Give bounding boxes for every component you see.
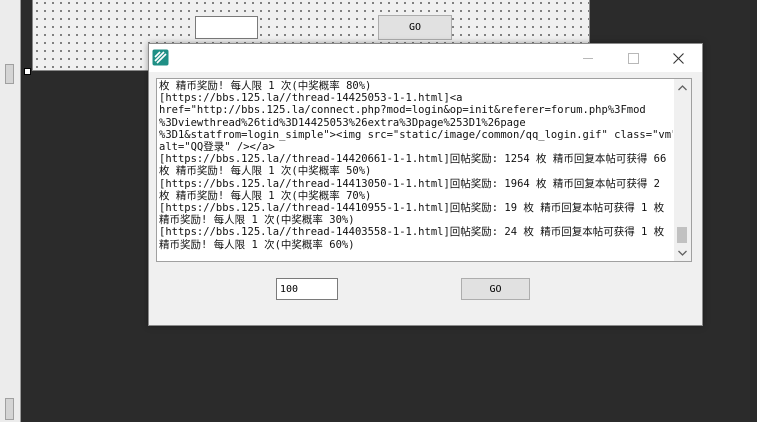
strip-marker [5,398,14,420]
output-line: [https://bbs.125.la//thread-14425053-1-1… [159,92,463,105]
output-line: 精币奖励! 每人限 1 次(中奖概率 60%) [159,238,355,251]
scroll-down-button[interactable] [674,244,691,261]
output-line: [https://bbs.125.la//thread-14420661-1-1… [159,153,667,166]
output-line: [https://bbs.125.la//thread-14410955-1-1… [159,202,665,215]
scroll-down-arrow-icon [678,250,687,256]
output-line: alt="QQ登录" /></a> [159,141,275,154]
ide-side-strip [0,0,21,422]
output-line: 枚 精币奖励! 每人限 1 次(中奖概率 70%) [159,189,372,202]
go-button[interactable]: GO [461,278,530,300]
output-line: 枚 精币奖励! 每人限 1 次(中奖概率 50%) [159,165,372,178]
designer-go-button[interactable]: GO [378,15,452,40]
scrollbar-thumb[interactable] [677,227,687,243]
title-bar[interactable] [149,44,702,72]
minimize-icon [583,57,593,59]
maximize-icon [627,52,639,64]
output-line: [https://bbs.125.la//thread-14403558-1-1… [159,226,665,239]
output-line: %3Dviewthread%26tid%3D14425053%26extra%3… [159,116,526,129]
strip-marker [5,64,14,84]
designer-input-box[interactable] [195,16,258,39]
minimize-button[interactable] [565,44,611,72]
output-line: 精币奖励! 每人限 1 次(中奖概率 30%) [159,214,355,227]
close-button[interactable] [655,44,701,72]
output-line: [https://bbs.125.la//thread-14413050-1-1… [159,177,661,190]
vertical-scrollbar[interactable] [674,79,691,261]
scroll-up-button[interactable] [674,79,691,96]
app-logo-icon [152,49,169,66]
output-line: href="http://bbs.125.la/connect.php?mod=… [159,104,646,117]
output-text: 枚 精币奖励! 每人限 1 次(中奖概率 80%) [https://bbs.12… [159,80,673,260]
output-line: %3D1&statfrom=login_simple"><img src="st… [159,128,673,141]
close-icon [672,52,684,64]
count-input[interactable]: 100 [276,278,338,300]
maximize-button[interactable] [610,44,656,72]
output-line: 枚 精币奖励! 每人限 1 次(中奖概率 80%) [159,80,372,92]
output-textbox[interactable]: 枚 精币奖励! 每人限 1 次(中奖概率 80%) [https://bbs.12… [156,78,692,262]
app-window: 枚 精币奖励! 每人限 1 次(中奖概率 80%) [https://bbs.12… [148,43,703,326]
selection-handle[interactable] [24,68,31,75]
scroll-up-arrow-icon [678,84,687,90]
